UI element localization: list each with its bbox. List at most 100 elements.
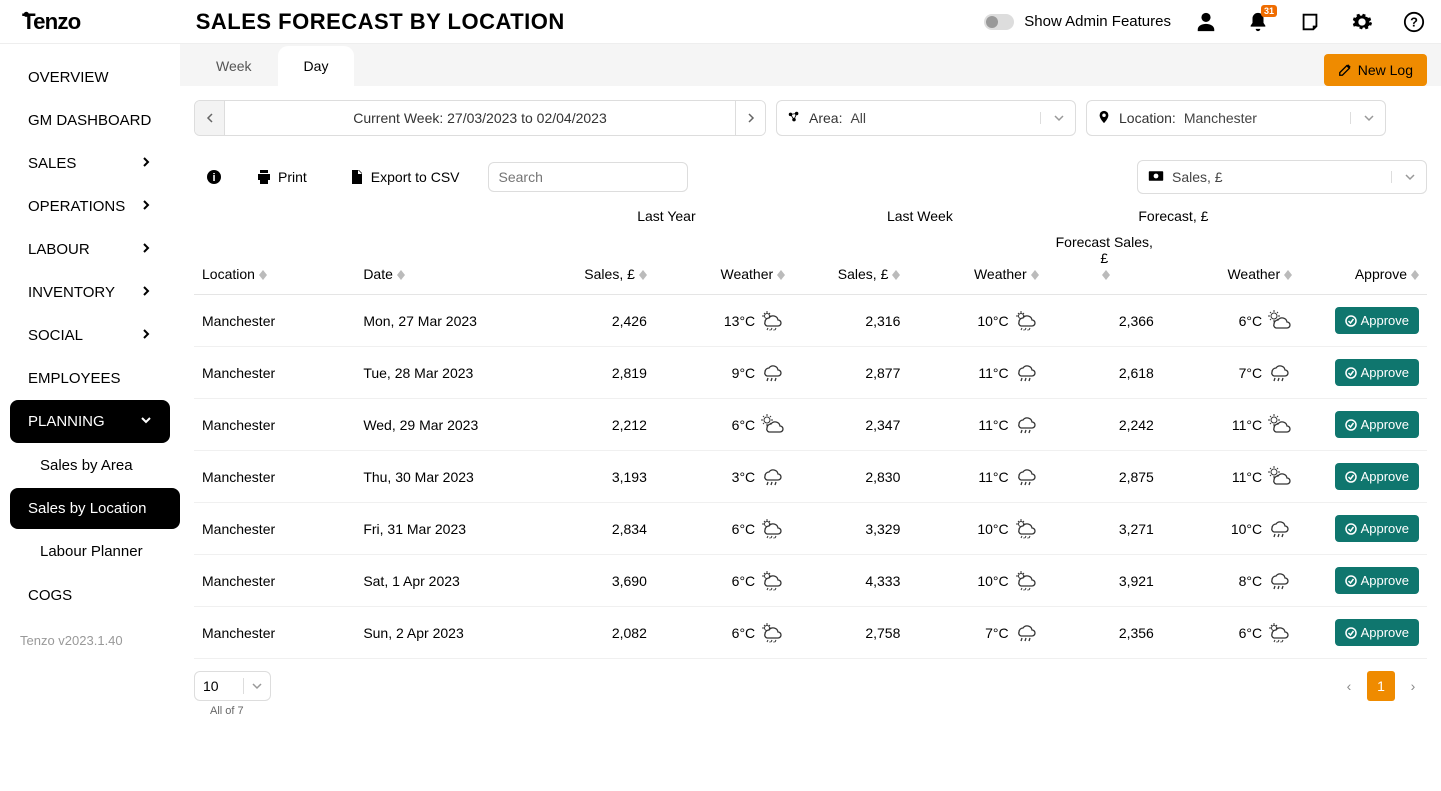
svg-text:?: ? — [1410, 14, 1418, 29]
cell-approve: Approve — [1300, 555, 1427, 607]
sidebar-sub-sales-by-location[interactable]: Sales by Location — [10, 488, 180, 529]
weather-icon — [1266, 310, 1292, 332]
col-location[interactable]: Location — [194, 202, 355, 295]
weather-cell: 11°C — [908, 451, 1046, 503]
sidebar-item-gm-dashboard[interactable]: GM DASHBOARD — [10, 99, 170, 142]
cell-ly-sales: 2,426 — [540, 295, 655, 347]
cell-location: Manchester — [194, 295, 355, 347]
approve-button[interactable]: Approve — [1335, 567, 1419, 594]
col-ly-weather[interactable]: Weather — [655, 224, 793, 295]
weather-cell: 9°C — [655, 347, 793, 399]
check-circle-icon — [1345, 575, 1357, 587]
col-date[interactable]: Date — [355, 202, 539, 295]
page-prev-button[interactable]: ‹ — [1335, 671, 1363, 701]
cell-approve: Approve — [1300, 399, 1427, 451]
weather-cell: 11°C — [908, 399, 1046, 451]
weather-cell: 6°C — [655, 399, 793, 451]
weather-cell: 11°C — [1162, 399, 1300, 451]
page-next-button[interactable]: › — [1399, 671, 1427, 701]
export-csv-button[interactable]: Export to CSV — [349, 169, 460, 185]
sidebar-item-label: LABOUR — [28, 241, 90, 258]
weather-cell: 10°C — [908, 503, 1046, 555]
admin-toggle[interactable] — [984, 14, 1014, 30]
page-title: SALES FORECAST BY LOCATION — [196, 9, 565, 35]
svg-text:i: i — [212, 172, 215, 184]
col-fc-sales[interactable]: Forecast Sales, £ — [1047, 224, 1162, 295]
tab-week[interactable]: Week — [190, 46, 278, 86]
user-icon[interactable] — [1195, 11, 1217, 33]
table-row: ManchesterWed, 29 Mar 20232,2126°C2,3471… — [194, 399, 1427, 451]
date-next-button[interactable] — [735, 101, 765, 135]
sidebar-item-overview[interactable]: OVERVIEW — [10, 56, 170, 99]
page-number-button[interactable]: 1 — [1367, 671, 1395, 701]
search-field[interactable] — [499, 169, 680, 185]
approve-button[interactable]: Approve — [1335, 515, 1419, 542]
help-icon[interactable]: ? — [1403, 11, 1425, 33]
sidebar-item-employees[interactable]: EMPLOYEES — [10, 357, 170, 400]
sidebar-item-cogs[interactable]: COGS — [10, 574, 170, 617]
sidebar-item-inventory[interactable]: INVENTORY — [10, 271, 170, 314]
check-circle-icon — [1345, 627, 1357, 639]
approve-button[interactable]: Approve — [1335, 463, 1419, 490]
edit-icon — [1338, 63, 1352, 77]
cell-lw-sales: 4,333 — [793, 555, 908, 607]
cell-date: Wed, 29 Mar 2023 — [355, 399, 539, 451]
approve-button[interactable]: Approve — [1335, 359, 1419, 386]
location-label: Location: — [1119, 110, 1176, 126]
cell-ly-sales: 3,690 — [540, 555, 655, 607]
cell-date: Sat, 1 Apr 2023 — [355, 555, 539, 607]
approve-button[interactable]: Approve — [1335, 307, 1419, 334]
col-lw-sales[interactable]: Sales, £ — [793, 224, 908, 295]
sidebar-item-sales[interactable]: SALES — [10, 142, 170, 185]
col-ly-sales[interactable]: Sales, £ — [540, 224, 655, 295]
col-fc-weather[interactable]: Weather — [1162, 224, 1300, 295]
approve-button[interactable]: Approve — [1335, 411, 1419, 438]
info-icon[interactable]: i — [206, 169, 222, 185]
gear-icon[interactable] — [1351, 11, 1373, 33]
cell-ly-sales: 2,834 — [540, 503, 655, 555]
table-row: ManchesterThu, 30 Mar 20233,1933°C2,8301… — [194, 451, 1427, 503]
cell-date: Fri, 31 Mar 2023 — [355, 503, 539, 555]
weather-icon — [759, 310, 785, 332]
note-icon[interactable] — [1299, 11, 1321, 33]
sidebar-item-planning[interactable]: PLANNING — [10, 400, 170, 443]
weather-icon — [759, 570, 785, 592]
cell-date: Mon, 27 Mar 2023 — [355, 295, 539, 347]
search-input[interactable] — [488, 162, 688, 192]
sidebar-item-label: OVERVIEW — [28, 69, 109, 86]
date-prev-button[interactable] — [195, 101, 225, 135]
approve-button[interactable]: Approve — [1335, 619, 1419, 646]
col-lw-weather[interactable]: Weather — [908, 224, 1046, 295]
chevron-down-icon — [243, 678, 262, 694]
sidebar-sub-labour-planner[interactable]: Labour Planner — [10, 531, 170, 572]
print-button[interactable]: Print — [256, 169, 307, 185]
sidebar-sub-sales-by-area[interactable]: Sales by Area — [10, 445, 170, 486]
weather-cell: 10°C — [908, 555, 1046, 607]
area-dropdown[interactable]: Area: All — [776, 100, 1076, 136]
sidebar-item-label: COGS — [28, 587, 72, 604]
cell-approve: Approve — [1300, 347, 1427, 399]
area-label: Area: — [809, 110, 842, 126]
chevron-right-icon — [140, 327, 152, 344]
metric-dropdown[interactable]: Sales, £ — [1137, 160, 1427, 194]
logo[interactable]: Tenzo — [22, 10, 108, 34]
tab-day[interactable]: Day — [278, 46, 355, 86]
weather-cell: 6°C — [655, 503, 793, 555]
location-value: Manchester — [1184, 110, 1257, 126]
cell-fc-sales: 3,271 — [1047, 503, 1162, 555]
weather-icon — [1013, 570, 1039, 592]
table-row: ManchesterSat, 1 Apr 20233,6906°C4,33310… — [194, 555, 1427, 607]
weather-cell: 13°C — [655, 295, 793, 347]
sidebar-item-operations[interactable]: OPERATIONS — [10, 185, 170, 228]
sidebar-item-social[interactable]: SOCIAL — [10, 314, 170, 357]
date-range-label[interactable]: Current Week: 27/03/2023 to 02/04/2023 — [225, 101, 735, 135]
col-approve[interactable]: Approve — [1300, 202, 1427, 295]
new-log-button[interactable]: New Log — [1324, 54, 1427, 86]
notification-icon[interactable]: 31 — [1247, 11, 1269, 33]
sidebar-item-label: EMPLOYEES — [28, 370, 121, 387]
cell-location: Manchester — [194, 347, 355, 399]
location-dropdown[interactable]: Location: Manchester — [1086, 100, 1386, 136]
weather-icon — [759, 622, 785, 644]
page-size-dropdown[interactable]: 10 — [194, 671, 271, 701]
sidebar-item-labour[interactable]: LABOUR — [10, 228, 170, 271]
